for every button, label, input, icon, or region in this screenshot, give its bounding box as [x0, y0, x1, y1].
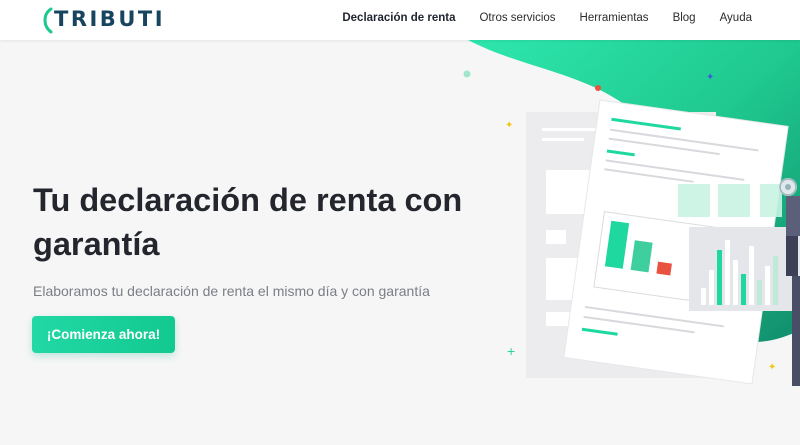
nav-link-blog[interactable]: Blog — [673, 12, 696, 24]
hero-subtitle: Elaboramos tu declaración de renta el mi… — [33, 283, 430, 299]
brand-name: TRIBUTI — [54, 7, 166, 31]
decor-square — [678, 184, 710, 217]
decor-square — [718, 184, 750, 217]
top-navbar: TRIBUTI Declaración de renta Otros servi… — [0, 0, 800, 40]
nav-link-otros-servicios[interactable]: Otros servicios — [479, 12, 555, 24]
nav-link-ayuda[interactable]: Ayuda — [720, 12, 752, 24]
main-nav: Declaración de renta Otros servicios Her… — [318, 0, 752, 36]
logo-arc-icon — [43, 7, 53, 34]
decor-dot — [463, 70, 471, 78]
start-now-button[interactable]: ¡Comienza ahora! — [32, 316, 175, 353]
bar-chart-panel — [689, 227, 800, 311]
nav-link-herramientas[interactable]: Herramientas — [580, 12, 649, 24]
hero-title: Tu declaración de renta con garantía — [33, 182, 463, 262]
hero-illustration — [526, 99, 800, 386]
brand-logo[interactable]: TRIBUTI — [40, 4, 165, 34]
nav-link-declaracion-de-renta[interactable]: Declaración de renta — [342, 12, 455, 24]
decor-square — [760, 184, 782, 217]
